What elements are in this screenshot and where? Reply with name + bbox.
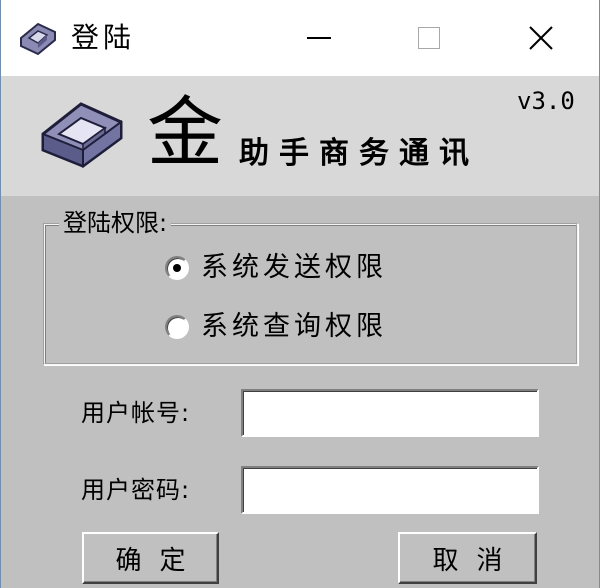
account-input[interactable] <box>241 389 539 437</box>
password-label: 用户密码: <box>81 476 191 504</box>
login-window: 登陆 金 助手商务通讯 v3.0 登陆权限: 系统发送权限 系统查询权限 用户帐… <box>0 0 600 588</box>
ok-button[interactable]: 确定 <box>82 532 219 584</box>
version-label: v3.0 <box>517 87 575 115</box>
brand-character: 金 <box>147 88 223 177</box>
radio-send-permission[interactable]: 系统发送权限 <box>165 250 387 286</box>
brand-banner: 金 助手商务通讯 v3.0 <box>1 76 599 196</box>
account-label: 用户帐号: <box>81 399 191 427</box>
cancel-button[interactable]: 取消 <box>398 532 537 584</box>
app-logo-icon <box>20 22 56 56</box>
window-title: 登陆 <box>71 21 136 54</box>
maximize-button[interactable] <box>379 0 479 76</box>
minimize-icon <box>307 37 331 39</box>
permission-group-legend: 登陆权限: <box>59 208 172 238</box>
radio-query-permission[interactable]: 系统查询权限 <box>165 309 387 345</box>
radio-label-send: 系统发送权限 <box>201 252 387 283</box>
title-bar[interactable]: 登陆 <box>1 0 599 76</box>
password-input[interactable] <box>241 466 539 514</box>
close-icon <box>529 26 553 50</box>
minimize-button[interactable] <box>269 0 369 76</box>
radio-button-unselected[interactable] <box>165 315 189 339</box>
brand-tagline: 助手商务通讯 <box>239 136 479 171</box>
brand-logo-icon <box>41 102 123 168</box>
radio-button-selected[interactable] <box>165 256 189 280</box>
maximize-icon <box>418 27 440 49</box>
radio-label-query: 系统查询权限 <box>201 311 387 342</box>
close-button[interactable] <box>491 0 591 76</box>
